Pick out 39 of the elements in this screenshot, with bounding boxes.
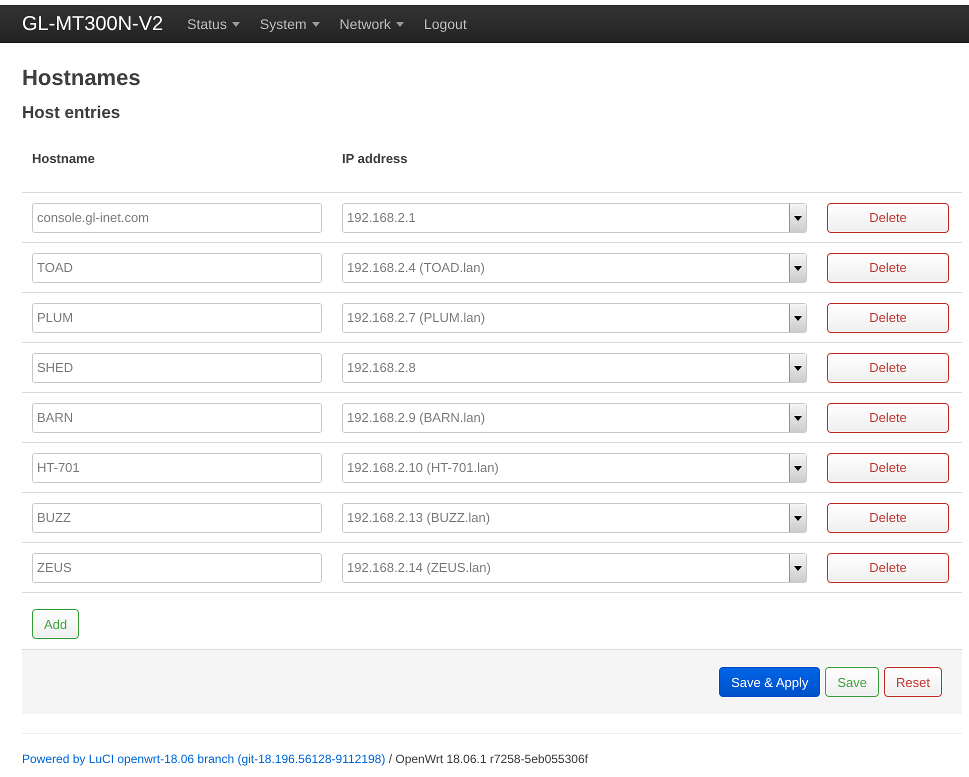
menu-item[interactable]: System xyxy=(250,16,330,32)
ip-address-select[interactable]: 192.168.2.8 xyxy=(342,352,807,382)
ip-address-select[interactable]: 192.168.2.10 (HT-701.lan) xyxy=(342,452,807,482)
column-header: Hostname xyxy=(32,151,96,166)
hostname-field[interactable]: ZEUS xyxy=(32,552,322,582)
ip-address-select[interactable]: 192.168.2.4 (TOAD.lan) xyxy=(342,252,807,282)
hostname-field[interactable]: PLUM xyxy=(32,302,322,332)
delete-button[interactable]: Delete xyxy=(827,252,949,282)
delete-button[interactable]: Delete xyxy=(827,552,949,582)
menu-item[interactable]: Network xyxy=(330,16,414,32)
hostname-field[interactable]: SHED xyxy=(32,352,322,382)
ip-address-select[interactable]: 192.168.2.9 (BARN.lan) xyxy=(342,402,807,432)
delete-button[interactable]: Delete xyxy=(827,452,949,482)
ip-address-select[interactable]: 192.168.2.1 xyxy=(342,202,807,232)
delete-button[interactable]: Delete xyxy=(827,302,949,332)
ip-address-select[interactable]: 192.168.2.7 (PLUM.lan) xyxy=(342,302,807,332)
menu-item[interactable]: Logout xyxy=(414,16,477,32)
hostname-field[interactable]: TOAD xyxy=(32,252,322,282)
ip-address-select[interactable]: 192.168.2.14 (ZEUS.lan) xyxy=(342,552,807,582)
hostname-field[interactable]: HT-701 xyxy=(32,452,322,482)
delete-button[interactable]: Delete xyxy=(827,502,949,532)
page-title: Hostnames xyxy=(22,65,142,91)
delete-button[interactable]: Delete xyxy=(827,202,949,232)
section-title: Host entries xyxy=(22,103,122,123)
column-header: IP address xyxy=(342,151,409,166)
menu-item[interactable]: Status xyxy=(177,16,250,32)
delete-button[interactable]: Delete xyxy=(827,402,949,432)
save-apply-button[interactable]: Save & Apply xyxy=(719,667,820,697)
delete-button[interactable]: Delete xyxy=(827,352,949,382)
footer-text: / OpenWrt 18.06.1 r7258-5eb055306f xyxy=(388,752,588,766)
reset-button[interactable]: Reset xyxy=(884,667,942,697)
hostname-field[interactable]: console.gl-inet.com xyxy=(32,202,322,232)
save-button[interactable]: Save xyxy=(825,667,880,697)
add-button[interactable]: Add xyxy=(32,609,80,639)
hostname-field[interactable]: BARN xyxy=(32,402,322,432)
hostname-field[interactable]: BUZZ xyxy=(32,502,322,532)
ip-address-select[interactable]: 192.168.2.13 (BUZZ.lan) xyxy=(342,502,807,532)
brand-title[interactable]: GL-MT300N-V2 xyxy=(22,12,164,36)
footer-link[interactable]: Powered by LuCI openwrt-18.06 branch (git-18.196.56128-9112198) xyxy=(22,752,386,766)
